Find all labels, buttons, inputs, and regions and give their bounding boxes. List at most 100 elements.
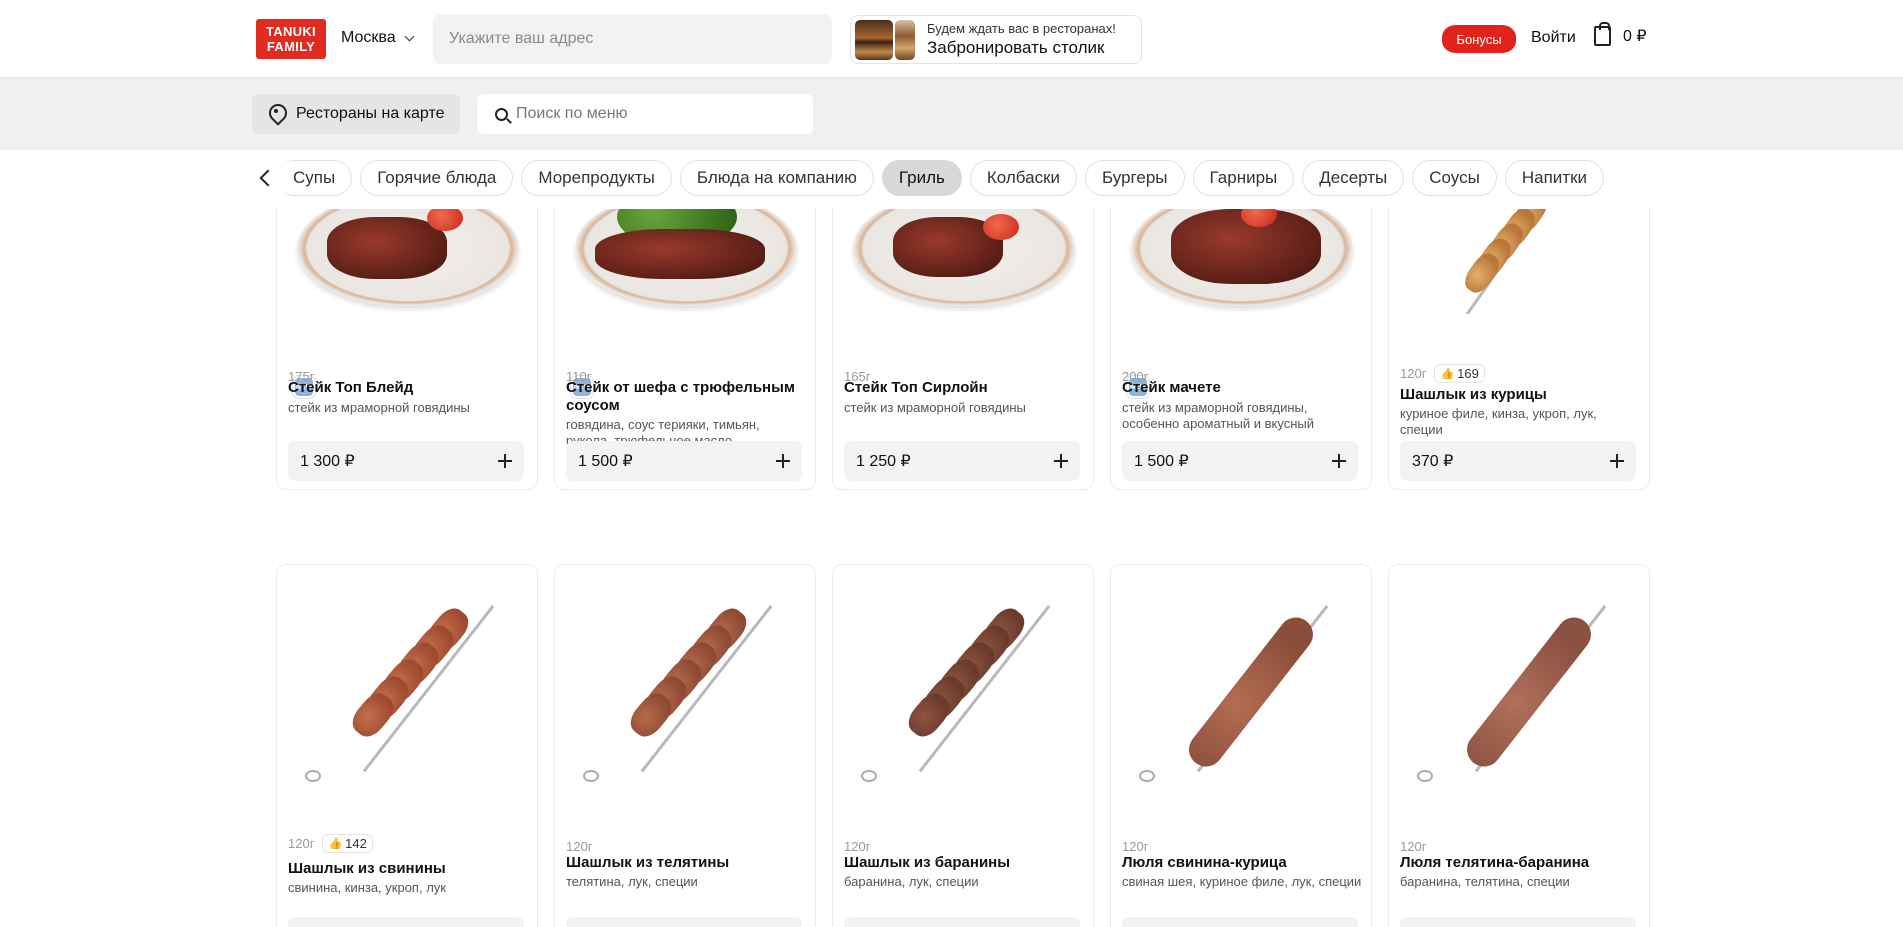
product-image[interactable] [1389,209,1649,314]
plus-icon [1054,454,1068,468]
rating-count: 169 [1457,366,1479,381]
category-chip[interactable]: Соусы [1412,160,1497,196]
product-price: 370 ₽ [1412,453,1454,470]
product-card[interactable]: 120г 👍 169 Шашлык из курицы куриное филе, ки… [1388,208,1650,490]
shopping-bag-icon [1594,22,1611,46]
logo-line1: TANUKI [266,24,316,39]
product-name[interactable]: Люля телятина-баранина [1400,854,1640,872]
category-chips: Супы Горячие блюда Морепродукты Блюда на ко… [276,160,1604,196]
booking-title: Забронировать столик [927,38,1105,57]
add-to-cart-button[interactable]: 1 300 ₽ [288,441,524,481]
product-image[interactable] [833,209,1093,314]
category-chip[interactable]: Колбаски [969,160,1078,196]
category-chip[interactable]: Бургеры [1085,160,1185,196]
category-chip[interactable]: Морепродукты [521,160,672,196]
plus-icon [1332,454,1346,468]
add-to-cart-button[interactable] [288,917,524,927]
product-name[interactable]: Шашлык из телятины [566,854,806,872]
product-weight-row: 120г 👍 142 [288,834,373,853]
address-input[interactable] [433,14,832,64]
product-weight: 120г [566,839,593,854]
product-name[interactable]: Стейк мачете [1122,379,1362,397]
product-name[interactable]: Шашлык из баранины [844,854,1084,872]
lula-image [1182,610,1320,774]
product-image[interactable] [277,565,537,805]
skewer-ring-image [1417,770,1433,782]
product-description: свиная шея, куриное филе, лук, специи [1122,874,1362,889]
category-bar: Супы Горячие блюда Морепродукты Блюда на ко… [252,150,1652,208]
product-name[interactable]: Шашлык из курицы [1400,386,1640,404]
menu-search[interactable] [477,94,813,134]
rating-badge: 👍 169 [1434,364,1485,383]
add-to-cart-button[interactable] [844,917,1080,927]
product-name[interactable]: Стейк Топ Блейд [288,379,528,397]
restaurant-photo [895,19,915,60]
product-card[interactable]: NEW 175г Стейк Топ Блейд стейк из мраморной… [276,208,538,490]
cart-total: 0 ₽ [1623,28,1647,45]
book-table-button[interactable]: Будем ждать вас в ресторанах! Заброниров… [850,15,1142,64]
product-image[interactable] [833,565,1093,805]
skewer-ring-image [861,770,877,782]
tomato-image [983,214,1019,240]
plus-icon [498,454,512,468]
product-name[interactable]: Стейк Топ Сирлойн [844,379,1084,397]
product-description: стейк из мраморной говядины [288,400,470,415]
product-card[interactable]: 165г Стейк Топ Сирлойн стейк из мраморной … [832,208,1094,490]
rating-count: 142 [345,836,367,851]
product-card[interactable]: 120г Люля свинина-курица свиная шея, курин… [1110,564,1372,927]
login-button[interactable]: Войти [1531,29,1576,47]
category-chip[interactable]: Гарниры [1192,160,1295,196]
plus-icon [1610,454,1624,468]
product-card[interactable]: 120г Люля телятина-баранина баранина, теля… [1388,564,1650,927]
product-weight-row: 120г [566,839,592,854]
product-image[interactable] [277,209,537,314]
product-name[interactable]: Шашлык из свинины [288,860,528,878]
product-card[interactable]: 120г Шашлык из телятины телятина, лук, спе… [554,564,816,927]
city-selector[interactable]: Москва [341,29,415,47]
add-to-cart-button[interactable] [1122,917,1358,927]
map-button-label: Рестораны на карте [296,105,445,122]
chevron-down-icon [404,31,415,41]
skewer-ring-image [583,770,599,782]
lula-image [1460,610,1598,774]
cart-button[interactable]: 0 ₽ [1594,22,1647,46]
category-chip[interactable]: Горячие блюда [360,160,514,196]
product-description: стейк из мраморной говядины, особенно ар… [1122,400,1315,431]
product-weight: 120г [1122,839,1149,854]
bonus-button[interactable]: Бонусы [1442,25,1516,53]
product-card[interactable]: NEW 110г Стейк от шефа с трюфельным соусом… [554,208,816,490]
skewer-ring-image [1139,770,1155,782]
product-image[interactable] [555,565,815,805]
category-chip[interactable]: Гриль [881,160,962,196]
menu-search-input[interactable] [516,105,796,123]
restaurants-map-button[interactable]: Рестораны на карте [252,94,460,134]
restaurant-thumbnails [855,19,915,60]
product-image[interactable] [1111,209,1371,314]
product-name[interactable]: Люля свинина-курица [1122,854,1362,872]
product-name[interactable]: Стейк от шефа с трюфельным соусом [566,379,806,415]
product-price: 1 300 ₽ [300,453,355,470]
product-image[interactable] [555,209,815,314]
add-to-cart-button[interactable] [566,917,802,927]
add-to-cart-button[interactable]: 370 ₽ [1400,441,1636,481]
product-card[interactable]: 120г 👍 142 Шашлык из свинины свинина, кинза,… [276,564,538,927]
product-image[interactable] [1111,565,1371,805]
product-weight-row: 120г [1122,839,1148,854]
add-to-cart-button[interactable]: 1 500 ₽ [566,441,802,481]
category-chip[interactable]: Блюда на компанию [679,160,874,196]
category-chip[interactable]: Десерты [1302,160,1405,196]
add-to-cart-button[interactable]: 1 250 ₽ [844,441,1080,481]
thumbs-up-icon: 👍 [1440,368,1455,380]
add-to-cart-button[interactable]: 1 500 ₽ [1122,441,1358,481]
category-chip[interactable]: Напитки [1504,160,1604,196]
map-pin-icon [268,104,284,124]
product-price: 1 500 ₽ [1134,453,1189,470]
add-to-cart-button[interactable] [1400,917,1636,927]
steak-image [595,229,765,279]
product-card[interactable]: NEW 200г Стейк мачете стейк из мраморной го… [1110,208,1372,490]
product-image[interactable] [1389,565,1649,805]
top-header: TANUKI FAMILY Москва Будем ждать вас в р… [0,0,1903,78]
plus-icon [776,454,790,468]
brand-logo[interactable]: TANUKI FAMILY [256,19,326,59]
product-card[interactable]: 120г Шашлык из баранины баранина, лук, спе… [832,564,1094,927]
